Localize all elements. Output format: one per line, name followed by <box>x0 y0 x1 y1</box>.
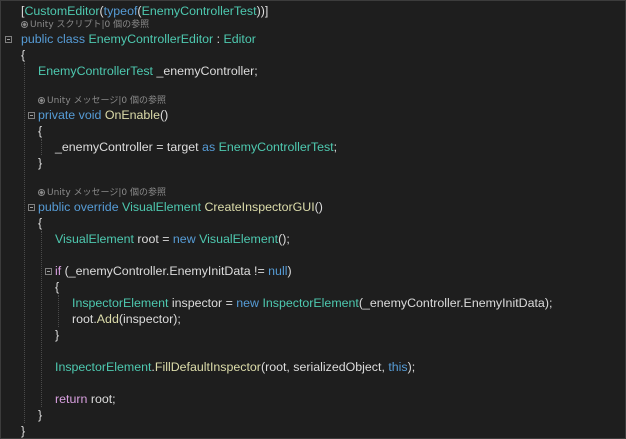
code-editor[interactable]: [CustomEditor(typeof(EnemyControllerTest… <box>0 0 626 439</box>
code-token-text: ; <box>333 140 338 154</box>
collapse-icon[interactable] <box>45 268 52 275</box>
code-token-keyword: public <box>21 32 54 46</box>
indent-guide <box>41 139 42 155</box>
collapse-icon[interactable] <box>5 36 12 43</box>
code-token-keyword: private <box>38 108 76 122</box>
code-token-method: CreateInspectorGUI <box>204 200 315 214</box>
unity-icon <box>38 189 45 196</box>
code-line[interactable]: return root; <box>55 391 116 407</box>
collapse-icon[interactable] <box>28 112 35 119</box>
indent-guide <box>24 63 25 423</box>
code-token-keyword: this <box>388 360 408 374</box>
code-line[interactable]: } <box>21 423 26 438</box>
code-token-text: { <box>38 216 43 230</box>
code-token-text: () <box>159 108 169 122</box>
code-line[interactable]: } <box>55 327 59 343</box>
code-token-text: { <box>55 280 60 294</box>
indent-guide <box>58 295 59 327</box>
code-line[interactable]: { <box>55 279 59 295</box>
code-token-control: return <box>55 392 88 406</box>
code-token-type: InspectorElement <box>55 360 152 374</box>
codelens[interactable]: Unity メッセージ|0 個の参照 <box>38 187 166 199</box>
code-token-text: ) <box>287 264 292 278</box>
code-line[interactable]: EnemyControllerTest _enemyController; <box>38 63 258 79</box>
code-line[interactable]: } <box>38 407 42 423</box>
code-line[interactable]: InspectorElement.FillDefaultInspector(ro… <box>55 359 415 375</box>
code-token-method: Add <box>96 312 119 326</box>
code-token-text: root; <box>87 392 116 406</box>
code-token-text: (_enemyController.EnemyInitData); <box>358 296 553 310</box>
indent-guide <box>41 231 42 407</box>
code-token-keyword: typeof <box>103 4 138 18</box>
code-token-text: (); <box>278 232 290 246</box>
code-token-type: EnemyControllerTest <box>218 140 334 154</box>
code-token-type: EnemyControllerEditor <box>88 32 214 46</box>
code-line[interactable]: public override VisualElement CreateInsp… <box>38 199 323 215</box>
code-line[interactable]: [CustomEditor(typeof(EnemyControllerTest… <box>21 3 268 19</box>
code-token-method: OnEnable <box>104 108 160 122</box>
code-token-keyword: public <box>38 200 71 214</box>
code-token-text: (inspector); <box>118 312 181 326</box>
codelens-text[interactable]: Unity メッセージ|0 個の参照 <box>47 188 166 198</box>
code-token-keyword: new <box>172 232 196 246</box>
code-token-type: InspectorElement <box>262 296 359 310</box>
codelens-text[interactable]: Unity スクリプト|0 個の参照 <box>30 20 149 30</box>
code-token-text: () <box>314 200 323 214</box>
code-token-text: ); <box>407 360 416 374</box>
code-line[interactable]: _enemyController = target as EnemyContro… <box>55 139 337 155</box>
code-token-type: Editor <box>223 32 256 46</box>
code-token-type: EnemyControllerTest <box>141 4 257 18</box>
code-token-text: } <box>21 424 26 438</box>
collapse-icon[interactable] <box>28 204 35 211</box>
code-token-type: VisualElement <box>122 200 202 214</box>
code-line[interactable]: root.Add(inspector); <box>72 311 181 327</box>
code-line[interactable]: if (_enemyController.EnemyInitData != nu… <box>55 263 292 279</box>
code-token-method: FillDefaultInspector <box>154 360 261 374</box>
codelens[interactable]: Unity スクリプト|0 個の参照 <box>21 19 149 31</box>
code-token-type: VisualElement <box>199 232 279 246</box>
code-line[interactable]: VisualElement root = new VisualElement()… <box>55 231 290 247</box>
code-token-text: } <box>55 328 60 342</box>
code-token-text: { <box>21 48 26 62</box>
code-token-text: : <box>213 32 224 46</box>
code-token-type: VisualElement <box>55 232 134 246</box>
code-token-keyword: override <box>73 200 119 214</box>
code-token-text: _enemyController = target <box>55 140 203 154</box>
code-line[interactable]: public class EnemyControllerEditor : Edi… <box>21 31 256 47</box>
code-token-text: (root, serializedObject, <box>260 360 389 374</box>
code-token-text: ))] <box>256 4 269 18</box>
code-token-type: InspectorElement <box>72 296 169 310</box>
code-token-text: root = <box>133 232 173 246</box>
code-token-text: (_enemyController.EnemyInitData != <box>61 264 269 278</box>
code-line[interactable]: { <box>38 123 42 139</box>
code-token-text: { <box>38 124 43 138</box>
codelens-text[interactable]: Unity メッセージ|0 個の参照 <box>47 96 166 106</box>
code-token-keyword: new <box>236 296 259 310</box>
code-token-text: } <box>38 156 43 170</box>
code-line[interactable]: { <box>38 215 42 231</box>
code-token-text: root. <box>72 312 97 326</box>
code-line[interactable]: InspectorElement inspector = new Inspect… <box>72 295 552 311</box>
code-token-keyword: void <box>78 108 102 122</box>
code-line[interactable]: private void OnEnable() <box>38 107 168 123</box>
code-token-keyword: class <box>56 32 86 46</box>
code-token-keyword: null <box>268 264 288 278</box>
code-token-type: CustomEditor <box>24 4 100 18</box>
code-token-text: inspector = <box>168 296 237 310</box>
codelens[interactable]: Unity メッセージ|0 個の参照 <box>38 95 166 107</box>
code-line[interactable]: } <box>38 155 42 171</box>
code-line[interactable]: { <box>21 47 25 63</box>
code-token-keyword: as <box>202 140 216 154</box>
code-token-type: EnemyControllerTest <box>38 64 153 78</box>
unity-icon <box>38 97 45 104</box>
unity-icon <box>21 21 28 28</box>
code-token-text: _enemyController; <box>153 64 258 78</box>
code-token-text: } <box>38 408 43 422</box>
